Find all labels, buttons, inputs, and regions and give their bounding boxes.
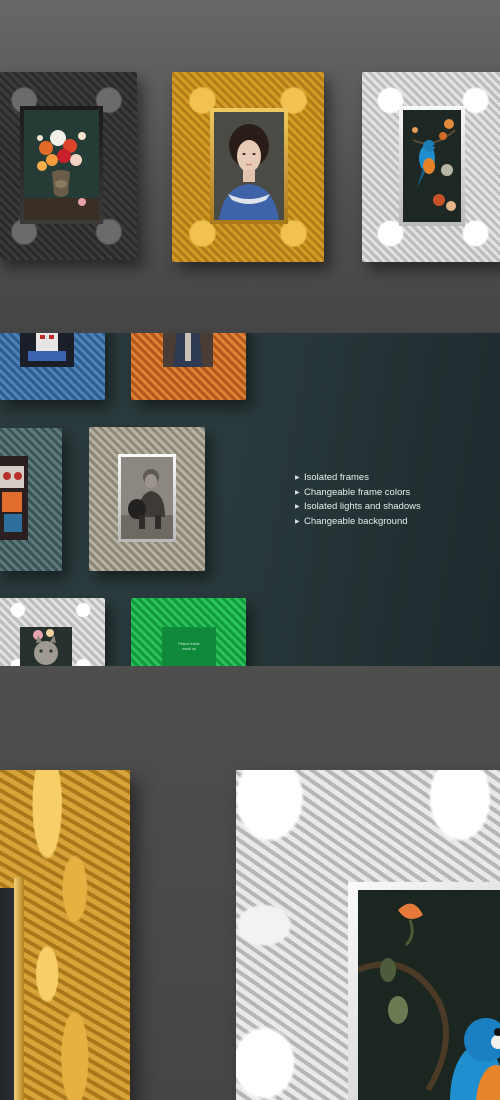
gold-frame-closeup [0,770,130,1100]
champagne-ornate-frame [89,427,205,571]
orange-ornate-frame [131,333,246,400]
gold-closeup-bevel [14,878,24,1100]
feature-text: Changeable background [304,515,408,527]
hero-frames-section [0,0,500,333]
gold-closeup-inner-edge [0,888,14,1100]
feature-item: ▶ Isolated frames [295,471,421,486]
tribal-mask-painting [0,456,28,540]
white-ornate-frame [0,598,105,666]
feature-item: ▶ Changeable frame colors [295,486,421,501]
triangle-bullet-icon: ▶ [295,504,300,510]
triangle-bullet-icon: ▶ [295,489,300,496]
triangle-bullet-icon: ▶ [295,475,300,481]
green-placeholder-panel: Picture frame mock up [162,627,216,666]
kingfisher-painting [403,110,461,222]
triangle-bullet-icon: ▶ [295,518,300,525]
green-frame-caption-line2: mock up [182,646,196,651]
feature-text: Isolated frames [304,472,369,483]
suited-figure-painting [163,333,213,367]
feature-item: ▶ Isolated lights and shadows [295,500,421,515]
kingfisher-painting-closeup [358,890,500,1100]
gold-ornate-frame [172,72,324,262]
tribal-mask-painting-top [20,333,74,367]
feature-text: Isolated lights and shadows [304,501,421,512]
flower-vase-painting [24,110,99,220]
color-variants-section: Picture frame mock up ▶ Isolated frames ▶… [0,333,500,666]
silver-ornate-frame [362,72,500,262]
silver-frame-closeup [236,770,500,1100]
feature-item: ▶ Changeable background [295,515,421,530]
frame-detail-section [0,666,500,1100]
features-list: ▶ Isolated frames ▶ Changeable frame color… [295,471,421,529]
blue-ornate-frame [0,333,105,400]
woman-portrait-painting [214,112,284,220]
teal-ornate-frame [0,428,62,571]
green-frame-caption: Picture frame mock up [162,642,216,651]
green-ornate-frame: Picture frame mock up [131,598,246,666]
black-ornate-frame [0,72,137,260]
boy-with-puppy-photo [121,457,173,539]
feature-text: Changeable frame colors [304,486,411,498]
cat-with-flowers-painting [20,627,72,666]
